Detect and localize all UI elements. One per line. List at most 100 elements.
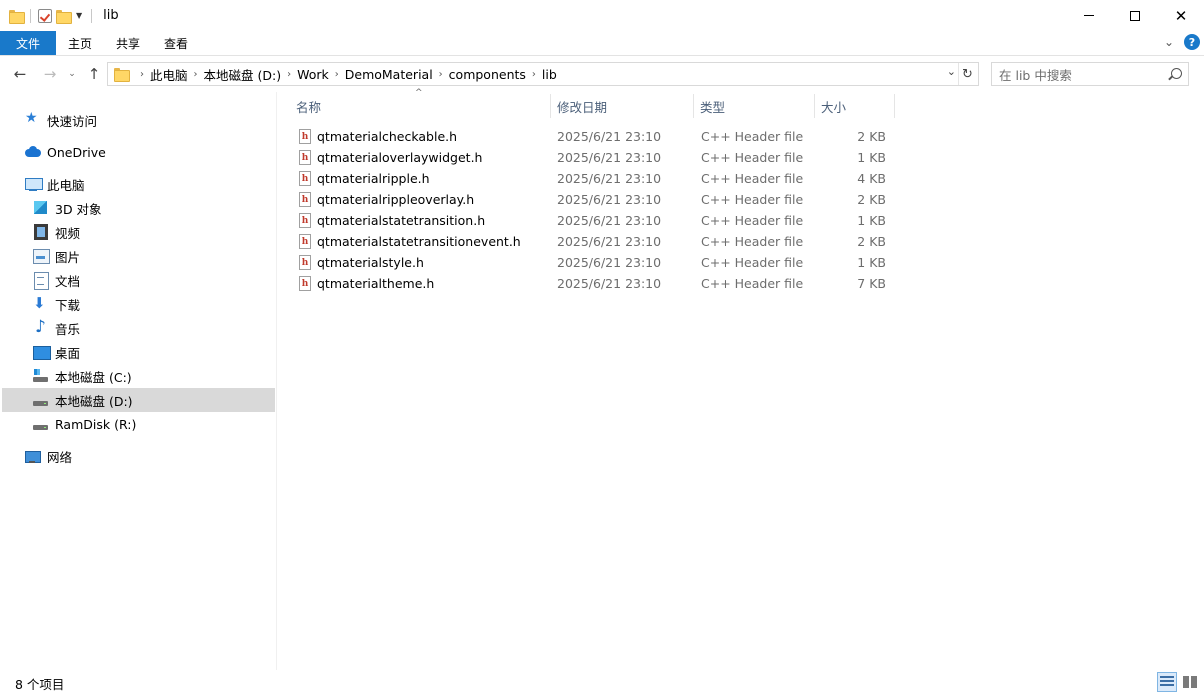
drive-c-icon [33,368,49,384]
file-size: 2 KB [857,129,886,144]
drive-icon [33,392,49,408]
file-row[interactable]: h qtmaterialcheckable.h 2025/6/21 23:10 C++… [294,126,894,147]
refresh-icon[interactable]: ↻ [958,63,976,85]
sidebar-item-label: 音乐 [55,321,81,337]
breadcrumb-separator-icon[interactable]: › [134,69,150,80]
breadcrumb-separator-icon[interactable]: › [188,69,204,80]
column-header-type[interactable]: 类型 [694,94,815,118]
star-icon [25,110,41,128]
file-date: 2025/6/21 23:10 [557,234,662,249]
documents-icon [33,272,49,290]
sidebar-item-drive-d[interactable]: 本地磁盘 (D:) [2,388,275,412]
forward-button[interactable]: → [40,62,60,86]
tab-view[interactable]: 查看 [152,31,200,55]
sidebar-item-label: 下载 [55,297,81,313]
minimize-button[interactable] [1066,0,1112,31]
file-date: 2025/6/21 23:10 [557,150,662,165]
breadcrumb-separator-icon[interactable]: › [281,69,297,80]
file-name: qtmaterialstatetransition.h [317,213,486,228]
file-size: 2 KB [857,234,886,249]
up-button[interactable]: ↑ [86,62,102,86]
file-name-cell[interactable]: h qtmaterialrippleoverlay.h [299,189,474,210]
sidebar-item-3d-objects[interactable]: 3D 对象 [33,196,102,220]
breadcrumb-separator-icon[interactable]: › [329,69,345,80]
address-dropdown-icon[interactable]: ⌄ [947,65,956,78]
chevron-down-icon: ⌄ [68,69,76,79]
file-row[interactable]: h qtmaterialstatetransitionevent.h 2025/6/… [294,231,894,252]
navigation-pane: 快速访问 OneDrive 此电脑 3D 对象 视频 图片 文档 下载 音乐 桌… [0,92,277,670]
close-button[interactable]: ✕ [1158,0,1204,31]
sidebar-item-pictures[interactable]: 图片 [33,244,80,268]
breadcrumb-separator-icon[interactable]: › [433,69,449,80]
file-size: 1 KB [857,255,886,270]
sidebar-item-downloads[interactable]: 下载 [33,292,80,316]
file-name-cell[interactable]: h qtmaterialstyle.h [299,252,424,273]
file-name: qtmaterialrippleoverlay.h [317,192,475,207]
desktop-icon [33,344,51,360]
cloud-icon [25,144,41,160]
file-name-cell[interactable]: h qtmaterialstatetransition.h [299,210,485,231]
sidebar-item-documents[interactable]: 文档 [33,268,80,292]
file-row[interactable]: h qtmaterialstatetransition.h 2025/6/21 23… [294,210,894,231]
expand-ribbon-chevron-icon[interactable]: ⌄ [1164,35,1174,49]
file-name-cell[interactable]: h qtmaterialstatetransitionevent.h [299,231,521,252]
tiles-view-icon [1183,676,1197,688]
breadcrumb-separator-icon[interactable]: › [526,69,542,80]
status-item-count: 8 个项目 [15,677,65,692]
breadcrumb-work[interactable]: Work [297,67,329,82]
file-name-cell[interactable]: h qtmaterialcheckable.h [299,126,457,147]
file-row[interactable]: h qtmaterialrippleoverlay.h 2025/6/21 23:1… [294,189,894,210]
column-header-size[interactable]: 大小 [815,94,895,118]
help-icon[interactable]: ? [1184,34,1200,50]
details-view-button[interactable] [1157,672,1177,692]
window-title: lib [103,8,119,23]
sidebar-item-onedrive[interactable]: OneDrive [25,140,106,164]
file-date: 2025/6/21 23:10 [557,213,662,228]
header-file-icon: h [299,171,311,186]
address-bar[interactable]: › 此电脑 › 本地磁盘 (D:) › Work › DemoMaterial … [107,62,979,86]
breadcrumb-this-pc[interactable]: 此电脑 [150,65,188,84]
recent-locations-button[interactable]: ⌄ [66,62,78,86]
video-icon [33,224,49,240]
file-name-cell[interactable]: h qtmaterialripple.h [299,168,430,189]
properties-icon[interactable] [38,8,52,23]
search-input[interactable]: 在 lib 中搜索 [991,62,1189,86]
sidebar-item-videos[interactable]: 视频 [33,220,80,244]
header-file-icon: h [299,150,311,165]
sidebar-item-quick-access[interactable]: 快速访问 [25,108,97,132]
file-row[interactable]: h qtmaterialoverlaywidget.h 2025/6/21 23:1… [294,147,894,168]
sidebar-item-drive-c[interactable]: 本地磁盘 (C:) [33,364,132,388]
sidebar-item-network[interactable]: 网络 [25,444,72,468]
tab-file[interactable]: 文件 [0,31,56,55]
search-icon[interactable] [1171,68,1182,79]
maximize-button[interactable] [1112,0,1158,31]
customize-toolbar-dropdown[interactable]: ▼ [74,11,84,20]
column-header-name[interactable]: 名称 [290,94,551,118]
breadcrumb-drive-d[interactable]: 本地磁盘 (D:) [204,65,282,84]
file-row[interactable]: h qtmaterialripple.h 2025/6/21 23:10 C++ He… [294,168,894,189]
file-row[interactable]: h qtmaterialstyle.h 2025/6/21 23:10 C++ Hea… [294,252,894,273]
arrow-right-icon: → [43,65,57,83]
breadcrumb-demomaterial[interactable]: DemoMaterial [345,67,433,82]
sidebar-item-ramdisk[interactable]: RamDisk (R:) [33,412,136,436]
large-icons-view-button[interactable] [1180,672,1200,692]
file-name-cell[interactable]: h qtmaterialtheme.h [299,273,434,294]
file-name-cell[interactable]: h qtmaterialoverlaywidget.h [299,147,482,168]
back-button[interactable]: ← [10,62,30,86]
file-name: qtmaterialcheckable.h [317,129,458,144]
file-name: qtmaterialtheme.h [317,276,435,291]
pictures-icon [33,248,50,264]
sidebar-item-this-pc[interactable]: 此电脑 [25,172,85,196]
new-folder-icon[interactable] [56,9,72,24]
ribbon-tabs: 文件 主页 共享 查看 ⌄ ? [0,31,1204,56]
column-header-date[interactable]: 修改日期 [551,94,694,118]
tab-home[interactable]: 主页 [56,31,104,55]
file-row[interactable]: h qtmaterialtheme.h 2025/6/21 23:10 C++ Hea… [294,273,894,294]
file-date: 2025/6/21 23:10 [557,276,662,291]
breadcrumb-components[interactable]: components [449,67,526,82]
sidebar-item-music[interactable]: 音乐 [33,316,80,340]
sidebar-item-desktop[interactable]: 桌面 [33,340,80,364]
tab-share[interactable]: 共享 [104,31,152,55]
breadcrumb-lib[interactable]: lib [542,67,557,82]
header-file-icon: h [299,192,311,207]
